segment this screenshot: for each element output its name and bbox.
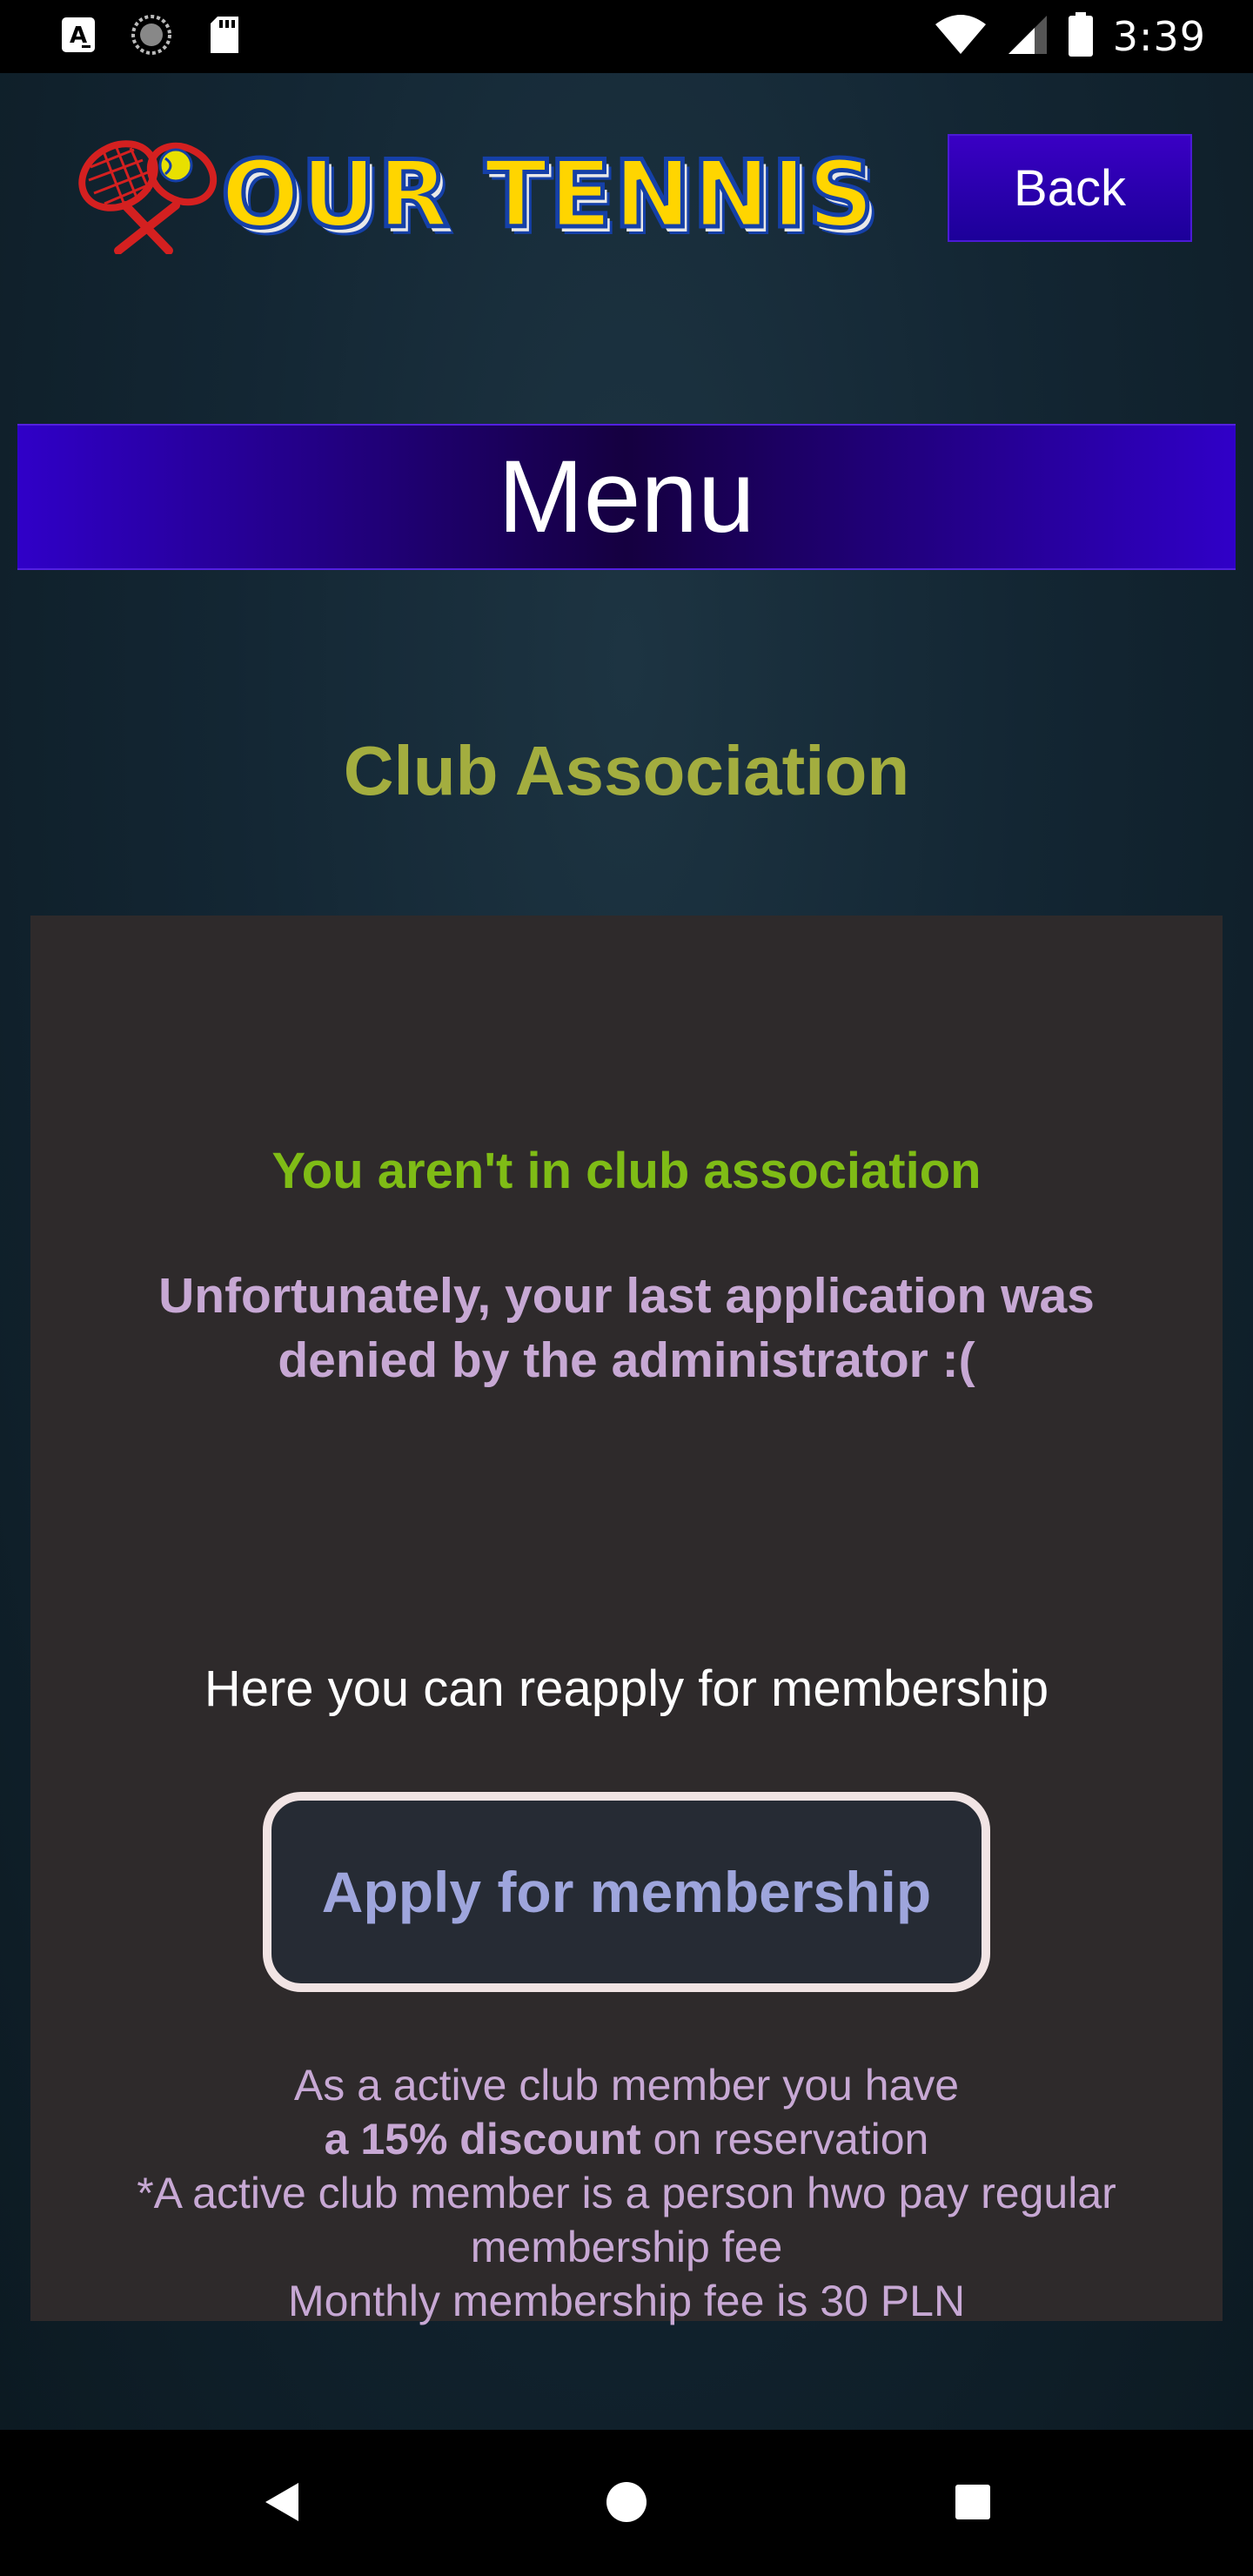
- sync-icon: [131, 14, 172, 60]
- wifi-icon: [934, 14, 988, 60]
- membership-info: As a active club member you have a 15% d…: [83, 2058, 1170, 2328]
- battery-icon: [1068, 11, 1094, 62]
- nav-recents-button[interactable]: [934, 2465, 1012, 2543]
- discount-highlight: a 15% discount: [324, 2115, 641, 2163]
- menu-button[interactable]: Menu: [17, 424, 1236, 570]
- nav-home-button[interactable]: [587, 2465, 666, 2543]
- info-line-3: *A active club member is a person hwo pa…: [137, 2169, 1116, 2271]
- info-line-2: a 15% discount on reservation: [83, 2112, 1170, 2166]
- sd-card-icon: [207, 15, 242, 59]
- app-content: OUR TENNIS Back Menu Club Association Yo…: [0, 73, 1253, 2430]
- application-denied-message: Unfortunately, your last application was…: [158, 1268, 1095, 1388]
- tennis-racket-icon: [64, 132, 221, 258]
- back-triangle-icon: [260, 2479, 302, 2529]
- apply-for-membership-button[interactable]: Apply for membership: [263, 1792, 990, 1992]
- a-notification-icon: A: [61, 17, 96, 57]
- discount-rest: on reservation: [640, 2115, 929, 2163]
- status-bar-system: 3:39: [934, 11, 1206, 62]
- our-tennis-logo: OUR TENNIS: [64, 132, 876, 255]
- reapply-message: Here you can reapply for membership: [204, 1660, 1049, 1717]
- page-title: Club Association: [343, 732, 910, 809]
- logo-text: OUR TENNIS: [219, 139, 877, 251]
- nav-back-button[interactable]: [242, 2465, 320, 2543]
- status-bar-notifications: A: [61, 14, 242, 60]
- club-association-card: You aren't in club association Unfortuna…: [30, 916, 1223, 2325]
- home-circle-icon: [605, 2480, 648, 2528]
- status-clock: 3:39: [1112, 13, 1206, 60]
- membership-status-message: You aren't in club association: [271, 1143, 982, 1199]
- svg-text:A: A: [70, 23, 87, 49]
- navigation-bar: [0, 2430, 1253, 2576]
- back-button[interactable]: Back: [948, 134, 1192, 242]
- signal-icon: [1007, 14, 1049, 60]
- screen: A 3:39 OUR TENNIS Back Menu Club Associa…: [0, 0, 1253, 2576]
- recents-square-icon: [954, 2483, 992, 2526]
- info-line-1: As a active club member you have: [293, 2061, 960, 2110]
- status-bar: A 3:39: [0, 0, 1253, 73]
- info-line-4: Monthly membership fee is 30 PLN: [287, 2277, 966, 2325]
